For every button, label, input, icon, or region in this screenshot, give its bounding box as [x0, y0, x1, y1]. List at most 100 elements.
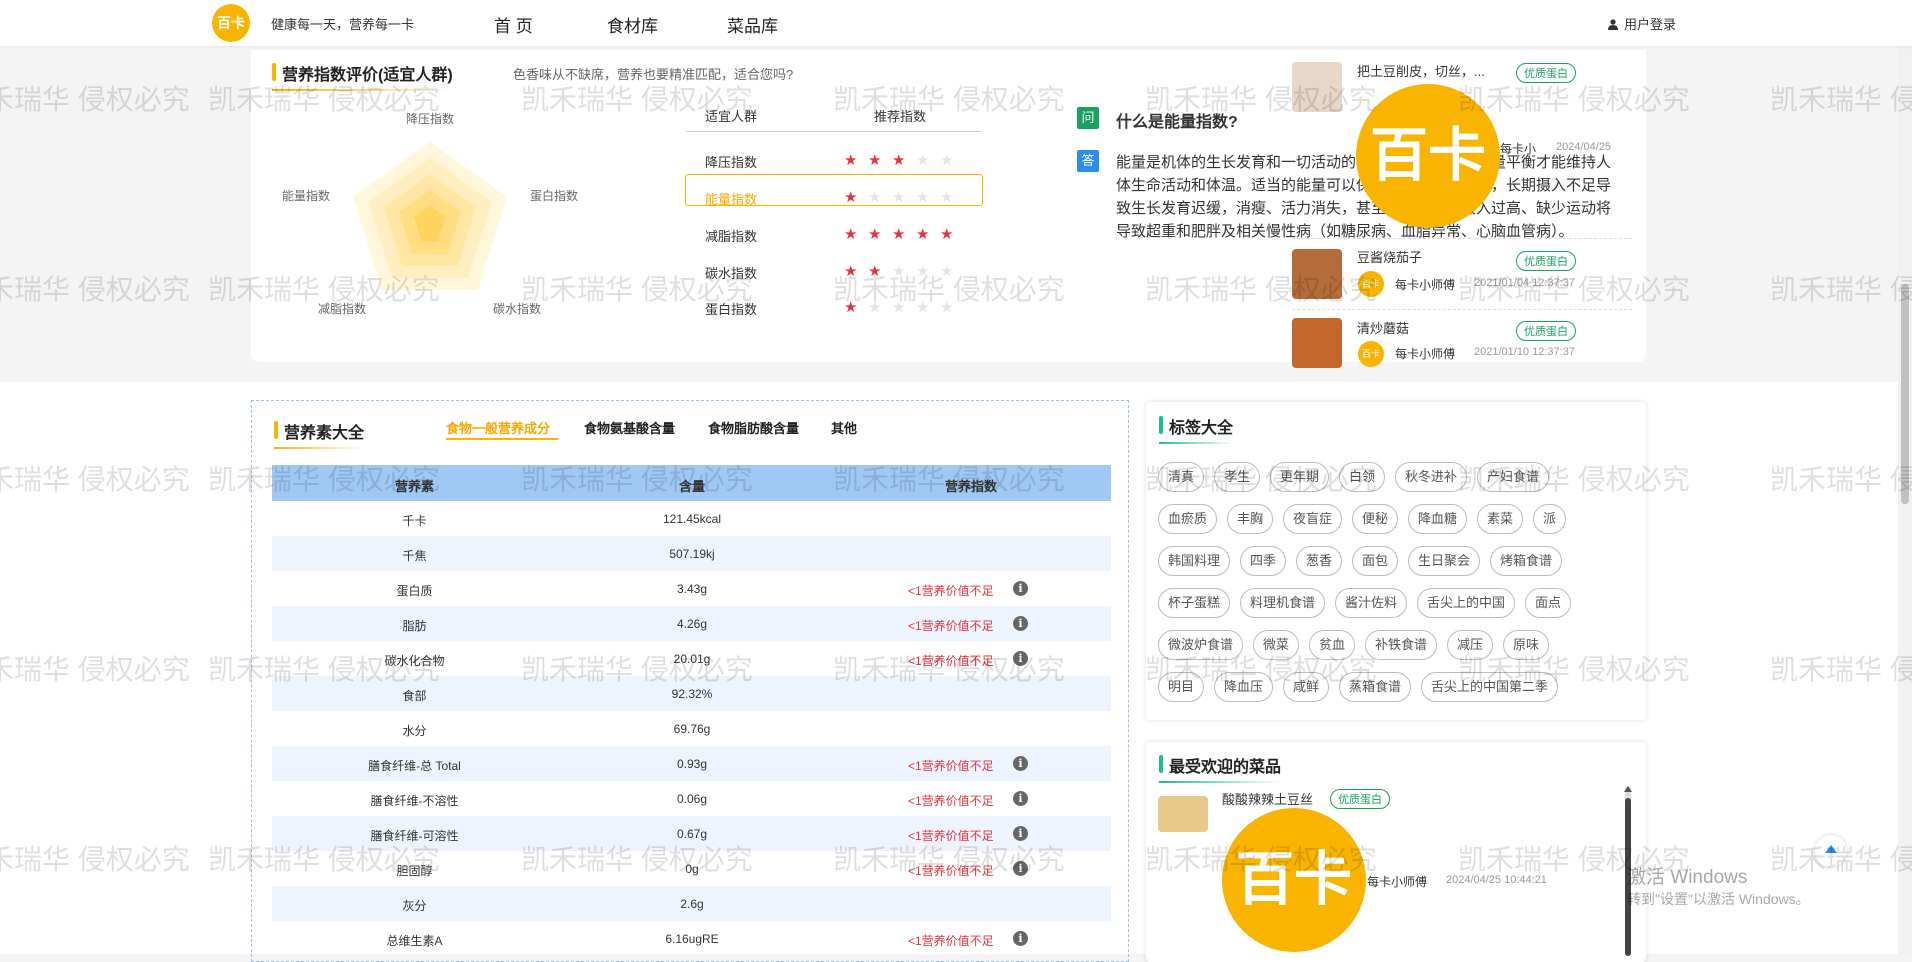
tag-chip[interactable]: 清真 [1158, 462, 1205, 492]
nutrient-note: <1营养价值不足 [908, 829, 994, 843]
tag-chip[interactable]: 咸鲜 [1283, 672, 1330, 702]
recipe-name-1[interactable]: 把土豆削皮，切丝，... [1357, 61, 1485, 80]
tag-chip[interactable]: 产妇食谱 [1477, 462, 1550, 492]
info-icon[interactable]: i [1013, 791, 1028, 806]
nutrient-name: 膳食纤维-不溶性 [370, 794, 459, 808]
table-row: 膳食纤维-总 Total 0.93g <1营养价值不足 i [272, 746, 1111, 781]
info-icon[interactable]: i [1013, 581, 1028, 596]
scroll-up-arrow-icon[interactable] [1624, 786, 1632, 792]
tag-chip[interactable]: 面包 [1352, 546, 1399, 576]
tag-chip[interactable]: 原味 [1503, 630, 1550, 660]
login-label: 用户登录 [1624, 17, 1677, 32]
table-row: 灰分 2.6g [272, 886, 1111, 921]
info-icon[interactable]: i [1013, 616, 1028, 631]
index-row-label: 能量指数 [705, 192, 758, 207]
info-icon[interactable]: i [1013, 826, 1028, 841]
question-text: 什么是能量指数? [1116, 114, 1238, 131]
tag-chip[interactable]: 杯子蛋糕 [1158, 588, 1231, 618]
tag-chip[interactable]: 夜盲症 [1283, 504, 1343, 534]
tag-chip[interactable]: 贫血 [1309, 630, 1356, 660]
tag-chip[interactable]: 降血压 [1214, 672, 1274, 702]
nutrient-note: <1营养价值不足 [908, 759, 994, 773]
recipe-name-3[interactable]: 清炒蘑菇 [1357, 318, 1409, 337]
tag-chip[interactable]: 微波炉食谱 [1158, 630, 1244, 660]
nav-recipes[interactable]: 菜品库 [727, 12, 778, 37]
tab-amino-acids[interactable]: 食物氨基酸含量 [584, 418, 675, 437]
tab-other[interactable]: 其他 [831, 418, 857, 437]
login-link[interactable]: 用户登录 [1608, 14, 1676, 33]
tag-chip[interactable]: 葱香 [1296, 546, 1343, 576]
rating-star-icon: ★ [940, 263, 954, 280]
tag-chip[interactable]: 减压 [1447, 630, 1494, 660]
popular-date-1: 2024/04/25 10:44:21 [1446, 874, 1547, 886]
popular-name-1[interactable]: 酸酸辣辣土豆丝 [1222, 789, 1313, 808]
recipe-thumb-3[interactable] [1292, 318, 1342, 368]
info-icon[interactable]: i [1013, 931, 1028, 946]
info-icon[interactable]: i [1013, 756, 1028, 771]
table-row: 蛋白质 3.43g <1营养价值不足 i [272, 571, 1111, 606]
recipe-date-3: 2021/01/10 12:37:37 [1474, 346, 1575, 358]
tag-chip[interactable]: 素菜 [1477, 504, 1524, 534]
tag-chip[interactable]: 蒸箱食谱 [1339, 672, 1412, 702]
tag-chip[interactable]: 酱汁佐料 [1335, 588, 1408, 618]
tag-chip[interactable]: 更年期 [1270, 462, 1330, 492]
recipe-thumb-1[interactable] [1292, 62, 1342, 112]
tag-chip[interactable]: 秋冬进补 [1395, 462, 1468, 492]
tag-chip[interactable]: 微菜 [1253, 630, 1300, 660]
nutrient-amount: 0.93g [676, 757, 708, 771]
tag-chip[interactable]: 烤箱食谱 [1490, 546, 1563, 576]
tag-chip[interactable]: 料理机食谱 [1240, 588, 1326, 618]
popular-thumb-1[interactable] [1158, 796, 1208, 832]
nutrient-amount: 507.19kj [669, 547, 715, 561]
author-avatar-3: 百卡 [1358, 341, 1384, 367]
header-nutrient: 营养素 [394, 479, 434, 494]
nutrient-amount: 0g [685, 862, 699, 876]
nutrient-amount: 69.76g [673, 722, 711, 736]
tag-chip[interactable]: 孝生 [1214, 462, 1261, 492]
recipe-divider [1292, 238, 1632, 240]
rating-star-icon: ★ [940, 299, 954, 316]
nutrient-name: 水分 [402, 724, 427, 738]
nutrient-amount: 3.43g [676, 582, 708, 596]
tag-chip[interactable]: 便秘 [1352, 504, 1399, 534]
back-to-top-button[interactable] [1815, 835, 1847, 867]
page-scrollbar-thumb[interactable] [1901, 284, 1909, 504]
rating-star-icon: ★ [916, 263, 930, 280]
tag-chip[interactable]: 韩国料理 [1158, 546, 1231, 576]
nav-ingredients[interactable]: 食材库 [607, 12, 658, 37]
windows-activation-title: 激活 Windows [1627, 867, 1748, 888]
tags-title: 标签大全 [1159, 414, 1234, 444]
tag-chip[interactable]: 丰胸 [1227, 504, 1274, 534]
recipe-thumb-2[interactable] [1292, 249, 1342, 299]
info-icon[interactable]: i [1013, 861, 1028, 876]
nav-home[interactable]: 首 页 [494, 12, 533, 37]
recipe-badge-2: 优质蛋白 [1516, 251, 1576, 271]
header-index: 营养指数 [945, 479, 998, 494]
tag-chip[interactable]: 舌尖上的中国 [1417, 588, 1516, 618]
rating-star-icon: ★ [940, 189, 954, 206]
tag-chip[interactable]: 生日聚会 [1408, 546, 1481, 576]
index-row-label: 蛋白指数 [705, 302, 758, 317]
tag-chip[interactable]: 四季 [1240, 546, 1287, 576]
site-logo[interactable]: 百卡 [212, 4, 250, 42]
rating-star-icon: ★ [844, 152, 858, 169]
nutrient-name: 脂肪 [402, 619, 427, 633]
tab-general-nutrients[interactable]: 食物一般营养成分 [446, 418, 550, 437]
page-scrollbar-track[interactable] [1898, 46, 1912, 954]
tab-fatty-acids[interactable]: 食物脂肪酸含量 [708, 418, 799, 437]
recipe-name-2[interactable]: 豆酱烧茄子 [1357, 247, 1422, 266]
tag-chip[interactable]: 降血糖 [1408, 504, 1468, 534]
tag-chip[interactable]: 补铁食谱 [1365, 630, 1438, 660]
nutrient-note: <1营养价值不足 [908, 794, 994, 808]
rating-star-icon: ★ [844, 189, 858, 206]
tag-chip[interactable]: 面点 [1525, 588, 1572, 618]
rating-star-icon: ★ [916, 189, 930, 206]
table-row: 总维生素A 6.16ugRE <1营养价值不足 i [272, 921, 1111, 956]
info-icon[interactable]: i [1013, 651, 1028, 666]
tag-chip[interactable]: 明目 [1158, 672, 1205, 702]
tag-chip[interactable]: 舌尖上的中国第二季 [1421, 672, 1559, 702]
tag-chip[interactable]: 白领 [1339, 462, 1386, 492]
tag-chip[interactable]: 血瘀质 [1158, 504, 1218, 534]
watermark-text: 凯禾瑞华 侵权必究 [1770, 274, 1912, 305]
tag-chip[interactable]: 派 [1533, 504, 1567, 534]
